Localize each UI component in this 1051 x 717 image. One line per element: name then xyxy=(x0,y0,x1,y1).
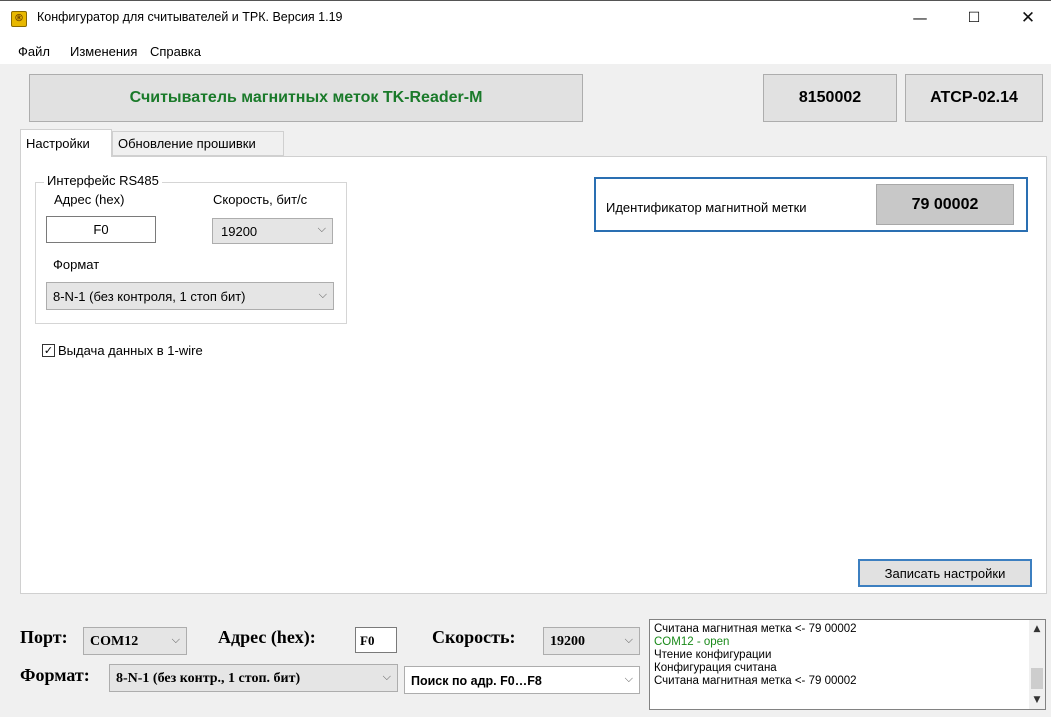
chevron-down-icon: ⌵ xyxy=(624,672,633,685)
chevron-down-icon: ⌵ xyxy=(382,670,391,683)
port-select[interactable]: COM12 ⌵ xyxy=(83,627,187,655)
window-title: Конфигуратор для считывателей и ТРК. Вер… xyxy=(37,10,343,24)
bottom-format-value: 8-N-1 (без контр., 1 стоп. бит) xyxy=(116,671,301,686)
serial-number-button[interactable]: 8150002 xyxy=(763,74,897,122)
port-label: Порт: xyxy=(20,627,68,647)
scroll-up-icon[interactable]: ▲ xyxy=(1029,621,1045,637)
minimize-button[interactable]: — xyxy=(897,0,943,36)
menu-edit[interactable]: Изменения xyxy=(70,44,137,59)
onewire-checkbox[interactable]: ✓ xyxy=(42,344,55,357)
speed-label: Скорость, бит/с xyxy=(213,192,308,207)
maximize-button[interactable]: ☐ xyxy=(951,0,997,36)
tag-id-value: 79 00002 xyxy=(876,184,1014,225)
bottom-speed-label: Скорость: xyxy=(432,627,516,647)
format-label: Формат xyxy=(53,257,100,272)
speed-select[interactable]: 19200 ⌵ xyxy=(212,218,333,244)
log-listbox[interactable]: Считана магнитная метка <- 79 00002 COM1… xyxy=(649,619,1046,710)
format-select-value: 8-N-1 (без контроля, 1 стоп бит) xyxy=(53,289,246,304)
menu-help[interactable]: Справка xyxy=(150,44,201,59)
log-line: Чтение конфигурации xyxy=(654,649,772,661)
address-label: Адрес (hex) xyxy=(54,192,125,207)
chevron-down-icon: ⌵ xyxy=(318,288,327,301)
tag-id-label: Идентификатор магнитной метки xyxy=(606,200,807,215)
log-line: Считана магнитная метка <- 79 00002 xyxy=(654,623,857,635)
write-settings-button[interactable]: Записать настройки xyxy=(858,559,1032,587)
address-search-value: Поиск по адр. F0…F8 xyxy=(411,674,542,688)
bottom-speed-select[interactable]: 19200 ⌵ xyxy=(543,627,640,655)
chevron-down-icon: ⌵ xyxy=(171,633,180,646)
bottom-address-label: Адрес (hex): xyxy=(218,627,316,647)
bottom-speed-value: 19200 xyxy=(550,634,585,649)
log-line: Считана магнитная метка <- 79 00002 xyxy=(654,675,857,687)
rs485-group-title: Интерфейс RS485 xyxy=(44,173,162,188)
tab-firmware-update[interactable]: Обновление прошивки xyxy=(112,131,284,156)
log-line: Конфигурация считана xyxy=(654,662,777,674)
bottom-address-input[interactable]: F0 xyxy=(355,627,397,653)
log-line: COM12 - open xyxy=(654,636,730,648)
address-input[interactable]: F0 xyxy=(46,216,156,243)
menu-bar: Файл Изменения Справка xyxy=(0,36,1051,64)
speed-select-value: 19200 xyxy=(221,224,258,239)
chevron-down-icon: ⌵ xyxy=(317,222,326,235)
scrollbar-thumb[interactable] xyxy=(1031,668,1043,689)
firmware-version-button[interactable]: ATCP-02.14 xyxy=(905,74,1043,122)
menu-file[interactable]: Файл xyxy=(18,44,50,59)
address-search-select[interactable]: Поиск по адр. F0…F8 ⌵ xyxy=(404,666,640,694)
scroll-down-icon[interactable]: ▼ xyxy=(1029,692,1045,708)
chevron-down-icon: ⌵ xyxy=(624,633,633,646)
bottom-format-select[interactable]: 8-N-1 (без контр., 1 стоп. бит) ⌵ xyxy=(109,664,398,692)
onewire-label[interactable]: Выдача данных в 1-wire xyxy=(58,343,203,358)
close-button[interactable]: ✕ xyxy=(1005,0,1051,36)
format-select[interactable]: 8-N-1 (без контроля, 1 стоп бит) ⌵ xyxy=(46,282,334,310)
bottom-format-label: Формат: xyxy=(20,665,90,685)
device-name-button[interactable]: Считыватель магнитных меток TK-Reader-M xyxy=(29,74,583,122)
tab-settings[interactable]: Настройки xyxy=(20,129,112,157)
app-logo-icon: ® xyxy=(11,11,27,27)
port-select-value: COM12 xyxy=(90,634,139,649)
